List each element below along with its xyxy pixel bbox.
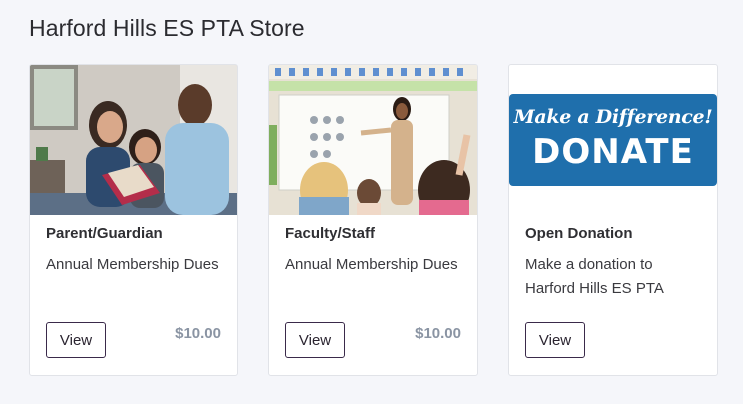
- product-description: Annual Membership Dues: [46, 256, 219, 273]
- product-price: $10.00: [415, 325, 461, 342]
- view-button[interactable]: View: [46, 322, 106, 358]
- family-reading-photo[interactable]: [30, 65, 237, 215]
- view-button[interactable]: View: [525, 322, 585, 358]
- product-title: Parent/Guardian: [46, 225, 163, 242]
- view-button[interactable]: View: [285, 322, 345, 358]
- product-title: Faculty/Staff: [285, 225, 376, 242]
- donate-banner[interactable]: Make a Difference! DONATE: [509, 94, 717, 186]
- donate-banner-heading: DONATE: [532, 132, 694, 172]
- classroom-teacher-photo[interactable]: [269, 65, 477, 215]
- product-card-open-donation[interactable]: Make a Difference! DONATE Open Donation …: [508, 64, 718, 376]
- product-description: Annual Membership Dues: [285, 256, 458, 273]
- product-title: Open Donation: [525, 225, 633, 242]
- product-card-parent-guardian[interactable]: Parent/Guardian Annual Membership Dues V…: [29, 64, 238, 376]
- product-card-faculty-staff[interactable]: Faculty/Staff Annual Membership Dues Vie…: [268, 64, 478, 376]
- donate-banner-tagline: Make a Difference!: [513, 106, 713, 128]
- product-description: Make a donation to Harford Hills ES PTA: [525, 256, 664, 297]
- product-price: $10.00: [175, 325, 221, 342]
- page-title: Harford Hills ES PTA Store: [29, 15, 305, 41]
